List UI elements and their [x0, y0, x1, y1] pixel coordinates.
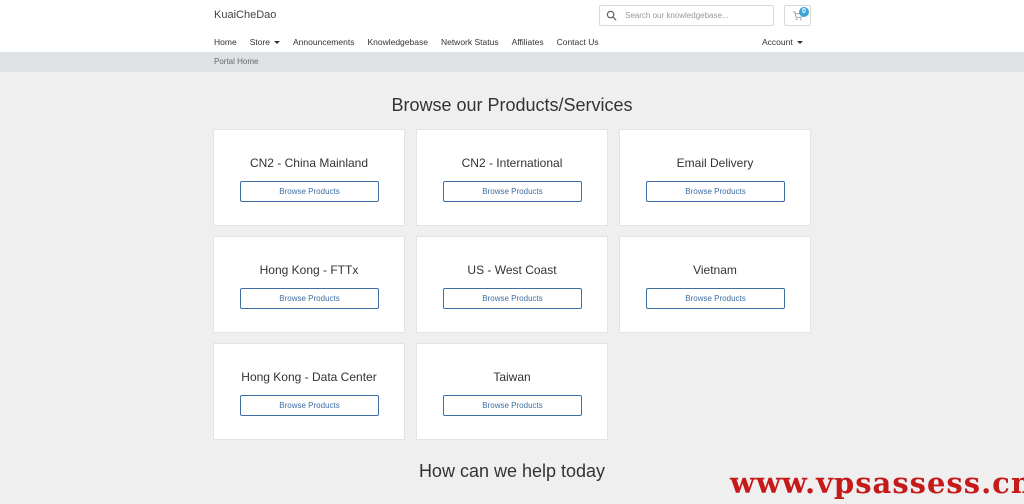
site-logo[interactable]: KuaiCheDao	[214, 9, 276, 21]
chevron-down-icon	[274, 40, 281, 44]
category-card: Hong Kong - FTTx Browse Products	[213, 236, 405, 333]
category-card: Hong Kong - Data Center Browse Products	[213, 343, 405, 440]
browse-products-button[interactable]: Browse Products	[646, 288, 785, 309]
browse-products-button[interactable]: Browse Products	[646, 181, 785, 202]
account-menu[interactable]: Account	[762, 35, 803, 49]
nav-store[interactable]: Store	[249, 37, 281, 47]
category-title: CN2 - China Mainland	[249, 156, 369, 170]
breadcrumb-portal-home[interactable]: Portal Home	[214, 57, 258, 66]
cart-count-badge: 0	[799, 7, 809, 17]
nav-affiliates[interactable]: Affiliates	[512, 37, 544, 47]
browse-products-button[interactable]: Browse Products	[240, 395, 379, 416]
category-card: CN2 - International Browse Products	[416, 129, 608, 226]
watermark: www.vpsassess.cn	[730, 466, 1024, 500]
nav-announcements[interactable]: Announcements	[293, 37, 354, 47]
nav-home[interactable]: Home	[214, 37, 237, 47]
search-placeholder: Search our knowledgebase...	[625, 11, 729, 20]
nav-network-status[interactable]: Network Status	[441, 37, 499, 47]
category-card: Vietnam Browse Products	[619, 236, 811, 333]
nav-knowledgebase[interactable]: Knowledgebase	[367, 37, 428, 47]
category-card: CN2 - China Mainland Browse Products	[213, 129, 405, 226]
page-title: Browse our Products/Services	[391, 95, 633, 115]
browse-products-button[interactable]: Browse Products	[443, 181, 582, 202]
browse-products-button[interactable]: Browse Products	[240, 288, 379, 309]
category-title: Taiwan	[493, 370, 531, 384]
product-category-grid: CN2 - China Mainland Browse Products CN2…	[213, 129, 811, 440]
category-title: Email Delivery	[676, 156, 754, 170]
category-card: Email Delivery Browse Products	[619, 129, 811, 226]
category-title: Hong Kong - Data Center	[241, 370, 377, 384]
browse-products-button[interactable]: Browse Products	[240, 181, 379, 202]
category-title: CN2 - International	[461, 156, 563, 170]
chevron-down-icon	[796, 40, 803, 44]
browse-products-button[interactable]: Browse Products	[443, 395, 582, 416]
search-icon	[606, 10, 617, 21]
cart-button[interactable]: 0	[784, 5, 811, 26]
main-nav: Home Store Announcements Knowledgebase N…	[214, 35, 612, 49]
category-title: Hong Kong - FTTx	[259, 263, 359, 277]
category-title: Vietnam	[693, 263, 737, 277]
nav-store-label: Store	[249, 37, 271, 47]
category-card: US - West Coast Browse Products	[416, 236, 608, 333]
category-title: US - West Coast	[467, 263, 557, 277]
top-header: KuaiCheDao Search our knowledgebase... 0…	[0, 0, 1024, 52]
category-card: Taiwan Browse Products	[416, 343, 608, 440]
account-label: Account	[762, 37, 793, 47]
search-input[interactable]: Search our knowledgebase...	[599, 5, 774, 26]
nav-contact-us[interactable]: Contact Us	[557, 37, 599, 47]
browse-products-button[interactable]: Browse Products	[443, 288, 582, 309]
breadcrumb-bar: Portal Home	[0, 52, 1024, 72]
